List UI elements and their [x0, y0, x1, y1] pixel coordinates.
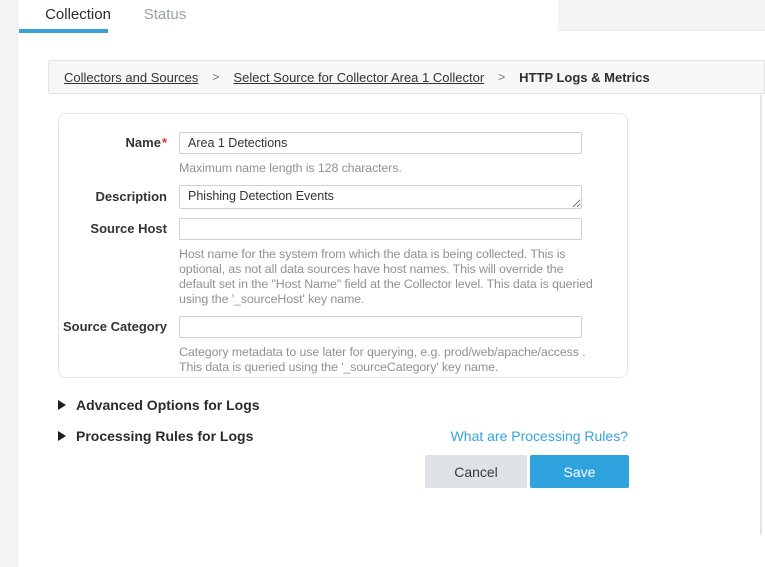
page-background-topright — [558, 0, 765, 31]
tab-collection[interactable]: Collection — [33, 6, 123, 23]
what-are-processing-rules-link[interactable]: What are Processing Rules? — [451, 428, 628, 444]
source-host-help-text: Host name for the system from which the … — [179, 247, 603, 307]
save-button[interactable]: Save — [530, 455, 629, 488]
chevron-right-icon — [58, 431, 66, 441]
tab-status[interactable]: Status — [130, 6, 200, 23]
name-label-text: Name — [126, 135, 161, 150]
processing-rules-label: Processing Rules for Logs — [76, 428, 253, 444]
breadcrumb-select-source[interactable]: Select Source for Collector Area 1 Colle… — [233, 70, 484, 85]
breadcrumb-separator: > — [498, 70, 505, 84]
name-label: Name* — [59, 135, 167, 150]
page-left-gutter — [0, 0, 18, 567]
page: Collection Status Collectors and Sources… — [0, 0, 765, 567]
chevron-right-icon — [58, 400, 66, 410]
advanced-options-section-toggle[interactable]: Advanced Options for Logs — [58, 397, 260, 413]
processing-rules-section-toggle[interactable]: Processing Rules for Logs — [58, 428, 253, 444]
breadcrumb-collectors-and-sources[interactable]: Collectors and Sources — [64, 70, 198, 85]
breadcrumb-current-page: HTTP Logs & Metrics — [519, 70, 650, 85]
source-config-form: Name* Maximum name length is 128 charact… — [58, 113, 628, 378]
name-help-text: Maximum name length is 128 characters. — [179, 161, 603, 176]
source-host-label: Source Host — [59, 221, 167, 236]
active-tab-underline — [19, 29, 108, 33]
cancel-button[interactable]: Cancel — [425, 455, 527, 488]
advanced-options-label: Advanced Options for Logs — [76, 397, 260, 413]
source-category-help-text: Category metadata to use later for query… — [179, 345, 603, 375]
description-textarea[interactable]: Phishing Detection Events — [179, 185, 582, 209]
source-category-label: Source Category — [59, 319, 167, 334]
name-input[interactable] — [179, 132, 582, 154]
breadcrumb: Collectors and Sources > Select Source f… — [48, 60, 765, 94]
breadcrumb-separator: > — [212, 70, 219, 84]
required-asterisk: * — [162, 135, 167, 150]
source-category-input[interactable] — [179, 316, 582, 338]
scrollbar-track[interactable] — [760, 95, 762, 535]
source-host-input[interactable] — [179, 218, 582, 240]
description-label: Description — [59, 189, 167, 204]
